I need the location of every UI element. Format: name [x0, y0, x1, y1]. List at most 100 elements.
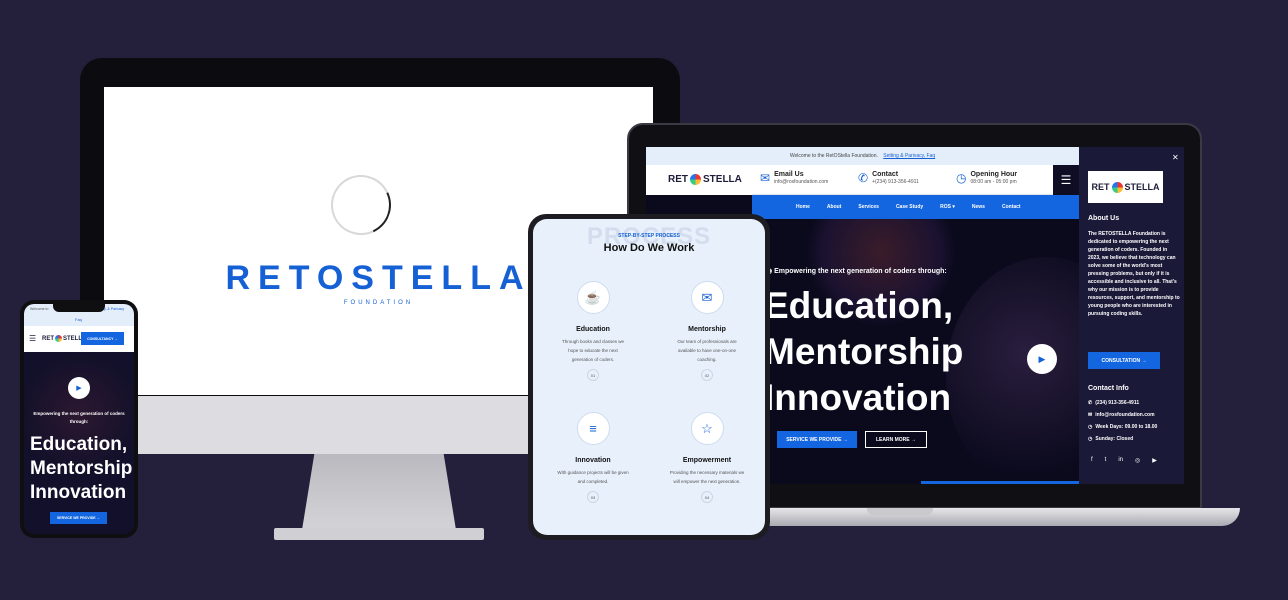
trophy-icon: ☆	[690, 412, 724, 445]
contact-info-title: Contact Info	[1088, 385, 1129, 392]
side-offcanvas-panel: ✕ RET STELLA About Us The RETOSTELLA Fou…	[1079, 147, 1184, 484]
desktop-monitor-foot	[274, 528, 484, 540]
phone-notch	[53, 304, 105, 312]
side-sunday-text: Sunday: Closed	[1095, 436, 1134, 442]
service-card-innovation: ≡ Innovation With guidance projects will…	[538, 412, 648, 503]
contact-info: ✆ Contact +(234) 913-356-4911	[858, 171, 919, 185]
service-desc: Providing the necessary materials we wil…	[669, 470, 745, 484]
site-header: RET STELLA ✉ Email Us info@rosfoundation…	[646, 165, 1079, 195]
nav-services[interactable]: Services	[858, 204, 879, 210]
about-us-title: About Us	[1088, 215, 1120, 222]
side-logo-right: STELLA	[1124, 182, 1160, 192]
learn-more-button[interactable]: LEARN MORE →	[865, 431, 927, 448]
service-number: 02	[701, 369, 713, 381]
site-logo[interactable]: RET STELLA	[668, 174, 742, 185]
phone-hero-line-2: Mentorship	[30, 458, 133, 479]
hero-tagline-text: Empowering the next generation of coders…	[774, 268, 947, 275]
service-card-empowerment: ☆ Empowerment Providing the necessary ma…	[652, 412, 762, 503]
close-icon[interactable]: ✕	[1172, 153, 1179, 162]
side-logo-left: RET	[1091, 182, 1110, 192]
play-video-button[interactable]: ▶	[68, 377, 90, 399]
phone-strip-link[interactable]: y, & Parivacy	[104, 307, 124, 311]
nav-case-study[interactable]: Case Study	[896, 204, 923, 210]
phone-screen: Welcome to y, & Parivacy Faq ☰ RET STELL…	[24, 304, 134, 534]
nav-home[interactable]: Home	[796, 204, 810, 210]
laptop-notch	[867, 508, 933, 515]
consultancy-button[interactable]: CONSULTANCY →	[81, 332, 124, 345]
phone-hero-tagline: Empowering the next generation of coders…	[33, 411, 125, 424]
hours-title: Opening Hour	[970, 171, 1018, 178]
facebook-icon[interactable]: f	[1091, 457, 1093, 464]
linkedin-icon[interactable]: in	[1118, 457, 1123, 464]
service-number: 03	[587, 491, 599, 503]
logo-globe-icon	[690, 174, 701, 185]
growth-chart-icon: ≡	[576, 412, 610, 445]
phone-hero-line-3: Innovation	[30, 482, 127, 503]
phone-strip-text: Welcome to	[30, 307, 49, 311]
side-phone-text: (234) 913-356-4911	[1095, 400, 1140, 406]
nav-ros-dropdown[interactable]: ROS ▾	[940, 204, 955, 210]
side-sunday: ◷ Sunday: Closed	[1088, 436, 1133, 442]
announcement-text: Welcome to the RetOStella Foundation.	[789, 153, 878, 159]
service-desc: Through books and classes we hope to edu…	[561, 339, 625, 362]
side-weekdays: ◷ Week Days: 09.00 to 18.00	[1088, 424, 1157, 430]
top-announcement-bar: Welcome to the RetOStella Foundation. Se…	[646, 147, 1079, 165]
hero-heading-line-1: Education,	[764, 285, 954, 326]
contact-title: Contact	[872, 171, 899, 178]
coffee-cup-icon: ☕	[576, 281, 610, 314]
service-number: 01	[587, 369, 599, 381]
consultation-button[interactable]: CONSULTATION →	[1088, 352, 1160, 369]
main-navigation: Home About Services Case Study ROS ▾ New…	[752, 195, 1079, 219]
nav-about[interactable]: About	[827, 204, 841, 210]
service-we-provide-button[interactable]: SERVICE WE PROVIDE →	[777, 431, 857, 448]
email-title: Email Us	[774, 171, 804, 178]
tablet-screen: PROCESS STEP-BY-STEP PROCESS How Do We W…	[533, 219, 765, 535]
clock-icon: ◷	[1088, 424, 1093, 430]
desktop-monitor-stand	[302, 454, 456, 530]
clock-icon: ◷	[1088, 436, 1093, 442]
hamburger-menu-icon[interactable]: ☰	[1053, 165, 1079, 195]
contact-value: +(234) 913-356-4911	[872, 179, 919, 185]
side-phone: ✆ (234) 913-356-4911	[1088, 400, 1139, 406]
phone-service-button[interactable]: SERVICE WE PROVIDE →	[50, 512, 107, 524]
hero-tagline: ◉ Empowering the next generation of code…	[766, 268, 947, 275]
logo-globe-icon	[55, 335, 62, 342]
phone-logo-left: RET	[42, 335, 54, 342]
hours-value: 08:00 am - 05:00 pm	[970, 179, 1017, 185]
service-card-mentorship: ✉ Mentorship Our team of professionals a…	[652, 281, 762, 381]
clock-icon: ◷	[956, 171, 967, 185]
hours-info: ◷ Opening Hour 08:00 am - 05:00 pm	[956, 171, 1017, 185]
service-card-education: ☕ Education Through books and classes we…	[538, 281, 648, 381]
nav-news[interactable]: News	[972, 204, 985, 210]
settings-privacy-link[interactable]: Setting & Parivacy, Faq	[883, 153, 935, 159]
phone-hero-line-1: Education,	[30, 434, 128, 455]
about-us-text: The RETOSTELLA Foundation is dedicated t…	[1088, 231, 1180, 317]
service-title: Empowerment	[682, 457, 732, 464]
email-info: ✉ Email Us info@rosfoundation.com	[760, 171, 828, 185]
instagram-icon[interactable]: ◎	[1135, 457, 1140, 464]
phone-faq-link[interactable]: Faq	[75, 317, 82, 322]
phone-logo[interactable]: RET STELLA	[42, 335, 86, 342]
side-logo-mark: RET STELLA	[1091, 181, 1160, 193]
side-email: ✉ info@rosfoundation.com	[1088, 412, 1155, 418]
side-panel-logo: RET STELLA	[1088, 171, 1163, 203]
hamburger-menu-icon[interactable]: ☰	[29, 334, 36, 343]
youtube-icon[interactable]: ▶	[1152, 457, 1157, 464]
nav-contact[interactable]: Contact	[1002, 204, 1021, 210]
service-desc: Our team of professionals are available …	[677, 339, 737, 362]
logo-text-right: STELLA	[703, 174, 742, 185]
service-title: Mentorship	[688, 326, 726, 333]
side-email-text: info@rosfoundation.com	[1095, 412, 1155, 418]
email-value: info@rosfoundation.com	[774, 179, 829, 185]
loading-spinner	[322, 166, 400, 244]
twitter-icon[interactable]: t	[1105, 457, 1107, 464]
phone-header: ☰ RET STELLA CONSULTANCY →	[24, 326, 134, 352]
how-we-work-title: How Do We Work	[603, 242, 695, 254]
phone-icon: ✆	[1088, 400, 1093, 406]
play-video-button[interactable]: ▶	[1027, 344, 1057, 374]
side-weekdays-text: Week Days: 09.00 to 18.00	[1095, 424, 1158, 430]
service-title: Education	[576, 326, 610, 333]
envelope-icon: ✉	[760, 171, 771, 185]
side-logo-globe-icon	[1111, 181, 1123, 193]
chat-icon: ✉	[690, 281, 724, 314]
